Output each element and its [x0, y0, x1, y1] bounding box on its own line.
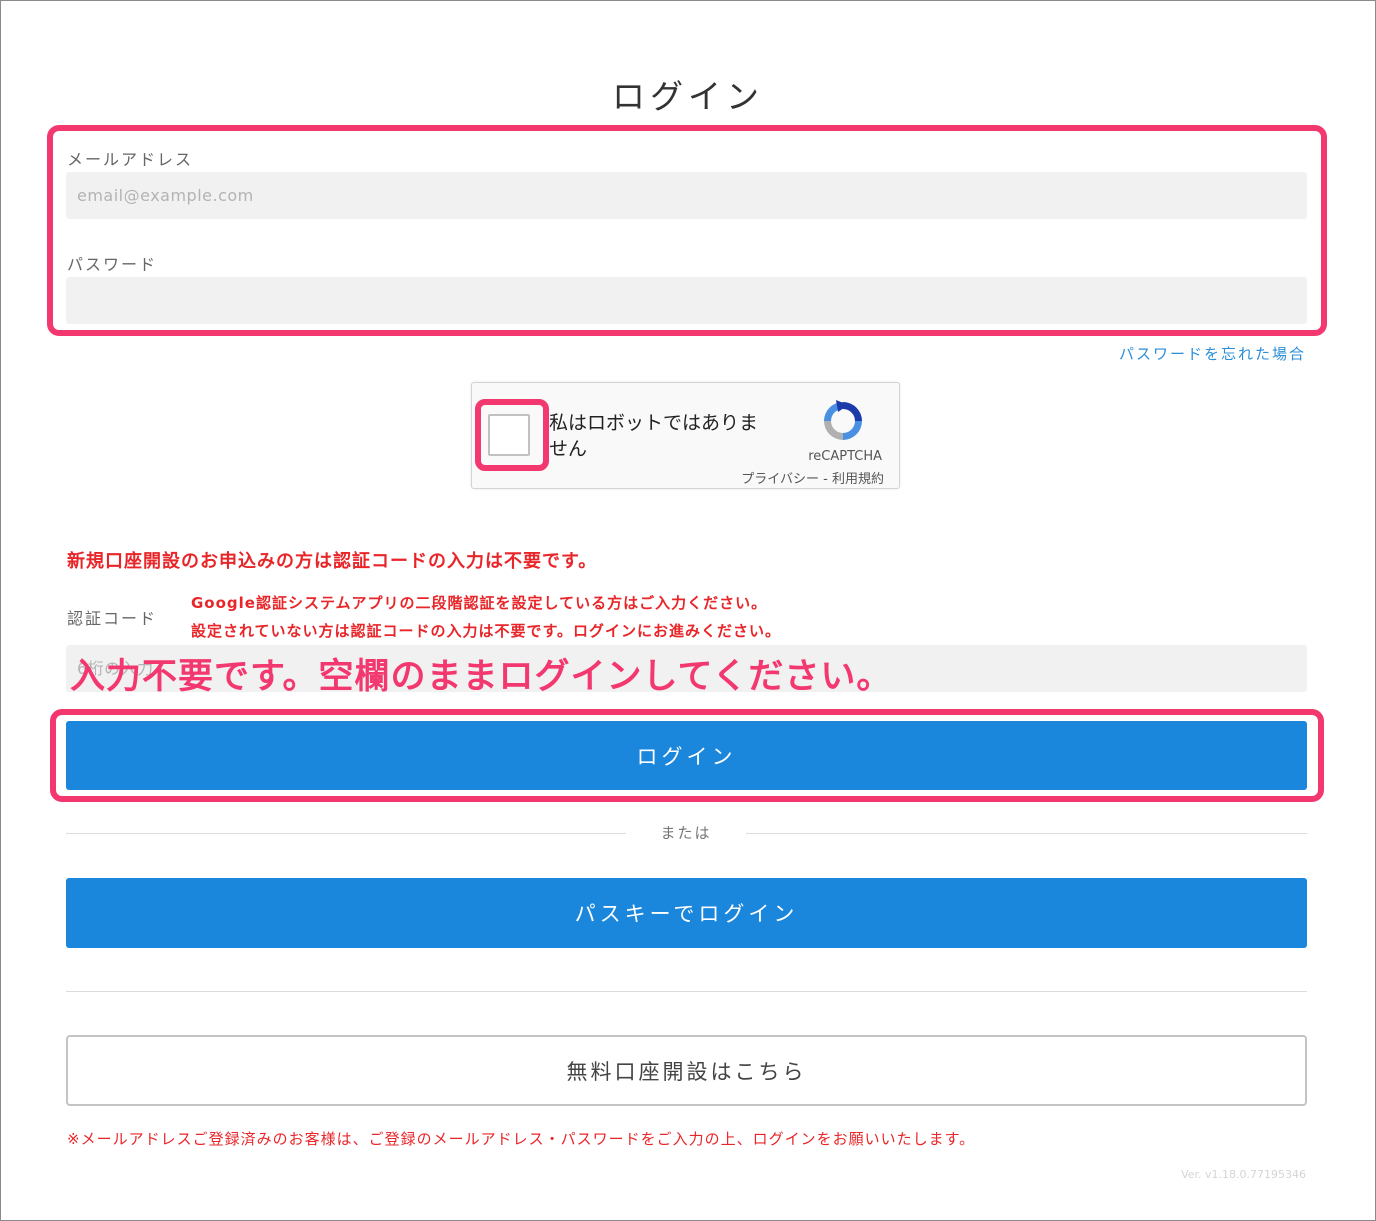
- auth-code-label: 認証コード: [67, 609, 158, 628]
- new-account-notice: 新規口座開設のお申込みの方は認証コードの入力は不要です。: [67, 551, 598, 572]
- recaptcha-brand: reCAPTCHA: [808, 449, 882, 464]
- forgot-password-link[interactable]: パスワードを忘れた場合: [1119, 343, 1306, 364]
- section-divider: [66, 991, 1307, 992]
- recaptcha-logo-icon: [824, 400, 862, 440]
- passkey-login-button[interactable]: パスキーでログイン: [66, 878, 1307, 948]
- divider-right: [746, 833, 1307, 834]
- auth-code-help-2: 設定されていない方は認証コードの入力は不要です。ログインにお進みください。: [191, 622, 782, 640]
- login-button-highlight: [50, 709, 1324, 802]
- page-title: ログイン: [612, 77, 764, 116]
- recaptcha-label: 私はロボットではありません: [549, 412, 759, 460]
- or-text: または: [660, 824, 712, 842]
- credentials-highlight: [47, 125, 1327, 336]
- recaptcha-links[interactable]: プライバシー - 利用規約: [700, 468, 884, 487]
- divider-left: [66, 833, 626, 834]
- checkbox-highlight: [475, 399, 549, 471]
- auth-code-help-1: Google認証システムアプリの二段階認証を設定している方はご入力ください。: [191, 594, 768, 612]
- footer-note: ※メールアドレスご登録済みのお客様は、ご登録のメールアドレス・パスワードをご入力…: [67, 1130, 976, 1148]
- open-account-button[interactable]: 無料口座開設はこちら: [66, 1035, 1307, 1106]
- annotation-callout: 入力不要です。空欄のままログインしてください。: [70, 657, 893, 697]
- version-label: Ver. v1.18.0.77195346: [1181, 1168, 1306, 1181]
